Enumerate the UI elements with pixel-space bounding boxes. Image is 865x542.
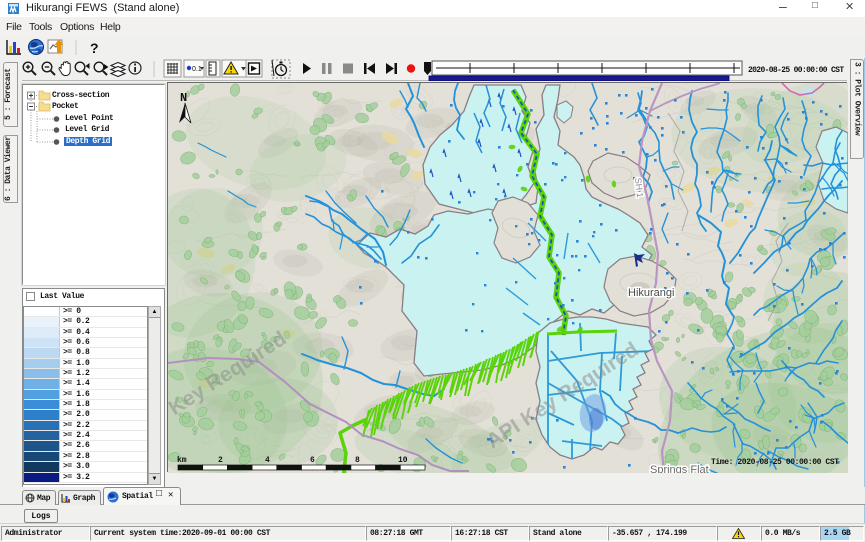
svg-text:2020-08-25 00:00:00 CST: 2020-08-25 00:00:00 CST xyxy=(748,66,844,75)
svg-text:10: 10 xyxy=(398,456,408,465)
svg-text:N: N xyxy=(180,91,187,105)
svg-text:?: ? xyxy=(90,40,99,56)
svg-text:Time: 2020-08-25 00:00:00 CST: Time: 2020-08-25 00:00:00 CST xyxy=(711,458,839,467)
svg-text:2: 2 xyxy=(218,456,223,465)
svg-text:8: 8 xyxy=(355,456,360,465)
svg-text:km: km xyxy=(177,456,187,465)
svg-text:4: 4 xyxy=(265,456,270,465)
svg-text:6: 6 xyxy=(310,456,315,465)
svg-text:SH 1: SH 1 xyxy=(633,177,645,198)
svg-text:Hikurangi: Hikurangi xyxy=(628,287,674,299)
svg-text:Springs Flat: Springs Flat xyxy=(650,464,709,473)
